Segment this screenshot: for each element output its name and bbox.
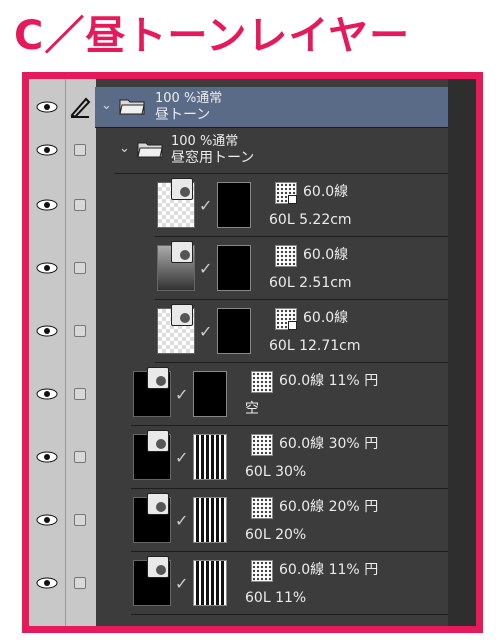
- checkbox-icon[interactable]: [74, 451, 86, 463]
- layer-name: 昼窓用トーン: [171, 150, 255, 166]
- checkbox-icon[interactable]: [74, 262, 86, 274]
- eye-icon[interactable]: [36, 144, 58, 156]
- eye-icon[interactable]: [36, 199, 58, 211]
- eye-icon[interactable]: [36, 514, 58, 526]
- tone-layer-badge-icon: [171, 304, 193, 326]
- layer-panel-frame: ⌄ 100 %通常 昼トーン ⌄ 100 %通常 昼窓用トーン ✓ 60.0線 …: [22, 72, 483, 633]
- layer-mask-thumbnail: [193, 497, 227, 543]
- layer-name: 昼トーン: [155, 107, 211, 123]
- layer-name: 60L 2.51cm: [269, 275, 352, 291]
- checkbox-icon[interactable]: [74, 514, 86, 526]
- eye-icon[interactable]: [36, 262, 58, 274]
- checkbox-icon[interactable]: [74, 577, 86, 589]
- checkbox-icon[interactable]: [74, 388, 86, 400]
- tone-layer-badge-icon: [171, 178, 193, 200]
- tone-layer-badge-icon: [147, 556, 169, 578]
- page-title: C／昼トーンレイヤー: [14, 13, 411, 59]
- layer-row-tone[interactable]: ✓ 60.0線 11% 円 空: [131, 363, 448, 426]
- layer-name: 60L 11%: [245, 590, 307, 606]
- tone-layer-badge-icon: [147, 367, 169, 389]
- layer-blend-label: 100 %通常: [155, 91, 223, 106]
- tone-layer-badge-icon: [147, 493, 169, 515]
- layer-blend-label: 100 %通常: [171, 134, 239, 149]
- layer-row-folder-hiru-mado-tone[interactable]: ⌄ 100 %通常 昼窓用トーン: [115, 128, 448, 174]
- layer-name: 60L 20%: [245, 527, 307, 543]
- link-check-icon: ✓: [175, 574, 189, 593]
- layer-row-tone[interactable]: ✓ 60.0線 30% 円 60L 30%: [131, 426, 448, 489]
- layer-name: 60L 5.22cm: [269, 212, 352, 228]
- chevron-down-icon[interactable]: ⌄: [119, 141, 130, 156]
- tone-setting: 60.0線: [303, 310, 349, 326]
- folder-icon: [137, 142, 163, 158]
- eye-icon[interactable]: [36, 101, 58, 113]
- eye-icon[interactable]: [36, 577, 58, 589]
- eye-icon[interactable]: [36, 388, 58, 400]
- tone-layer-badge-icon: [171, 241, 193, 263]
- tone-icon: [275, 182, 297, 204]
- eye-icon[interactable]: [36, 451, 58, 463]
- layer-mask-thumbnail: [217, 182, 251, 228]
- layer-mask-thumbnail: [193, 560, 227, 606]
- checkbox-icon[interactable]: [74, 325, 86, 337]
- tone-setting: 60.0線: [303, 184, 349, 200]
- tone-icon: [251, 434, 273, 456]
- layer-name: 60L 12.71cm: [269, 338, 361, 354]
- tone-icon: [251, 371, 273, 393]
- layer-mask-thumbnail: [193, 434, 227, 480]
- layer-mask-thumbnail: [193, 371, 227, 417]
- tone-layer-badge-icon: [147, 430, 169, 452]
- layer-row-tone[interactable]: ✓ 60.0線 20% 円 60L 20%: [131, 489, 448, 552]
- tone-setting: 60.0線 11% 円: [279, 373, 379, 389]
- layer-row-tone[interactable]: ✓ 60.0線 11% 円 60L 11%: [131, 552, 448, 615]
- tone-setting: 60.0線 20% 円: [279, 499, 379, 515]
- link-check-icon: ✓: [199, 322, 213, 341]
- layer-row-tone[interactable]: ✓ 60.0線 60L 12.71cm: [155, 300, 448, 363]
- link-check-icon: ✓: [199, 259, 213, 278]
- layer-row-tone[interactable]: ✓ 60.0線 60L 5.22cm: [155, 174, 448, 237]
- tone-icon: [275, 245, 297, 267]
- link-check-icon: ✓: [175, 511, 189, 530]
- folder-icon: [119, 99, 145, 115]
- checkbox-icon[interactable]: [74, 144, 86, 156]
- lock-column: [65, 79, 96, 626]
- pencil-icon: [70, 97, 91, 118]
- layer-row-tone[interactable]: ✓ 60.0線 60L 2.51cm: [155, 237, 448, 300]
- layer-row-folder-hiru-tone[interactable]: ⌄ 100 %通常 昼トーン: [95, 87, 448, 128]
- layer-name: 60L 30%: [245, 464, 307, 480]
- eye-icon[interactable]: [36, 325, 58, 337]
- scrollbar[interactable]: [448, 79, 476, 626]
- link-check-icon: ✓: [175, 385, 189, 404]
- tone-icon: [251, 560, 273, 582]
- tone-icon: [275, 308, 297, 330]
- tone-setting: 60.0線: [303, 247, 349, 263]
- tone-icon: [251, 497, 273, 519]
- tone-setting: 60.0線 30% 円: [279, 436, 379, 452]
- layer-panel: ⌄ 100 %通常 昼トーン ⌄ 100 %通常 昼窓用トーン ✓ 60.0線 …: [29, 79, 476, 626]
- checkbox-icon[interactable]: [74, 199, 86, 211]
- visibility-column: [29, 79, 65, 626]
- layer-name: 空: [245, 401, 259, 417]
- chevron-down-icon[interactable]: ⌄: [101, 98, 112, 113]
- layer-mask-thumbnail: [217, 245, 251, 291]
- tone-setting: 60.0線 11% 円: [279, 562, 379, 578]
- layer-mask-thumbnail: [217, 308, 251, 354]
- link-check-icon: ✓: [175, 448, 189, 467]
- link-check-icon: ✓: [199, 196, 213, 215]
